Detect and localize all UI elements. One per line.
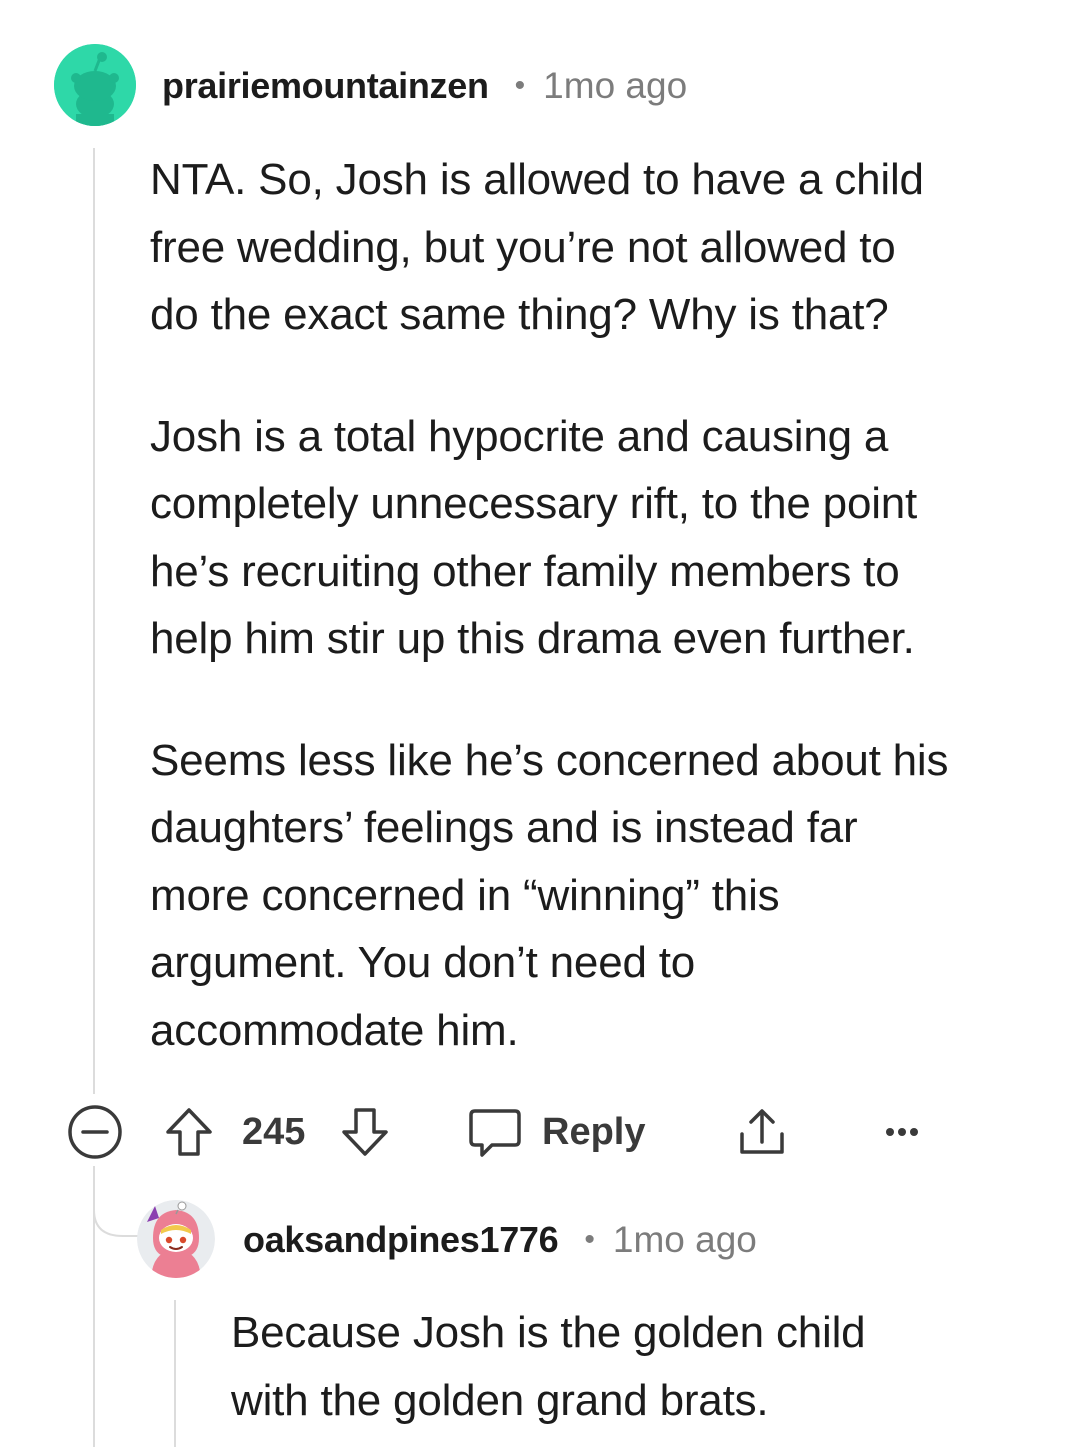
comment-bubble-icon <box>469 1109 521 1157</box>
share-button[interactable] <box>734 1104 790 1160</box>
comment-line: daughters’ feelings and is instead far <box>150 803 858 852</box>
comment-line: help him stir up this drama even further… <box>150 614 915 663</box>
more-dots-icon <box>886 1128 918 1136</box>
comment-paragraph: NTA. So, Josh is allowed to have a child… <box>150 146 948 349</box>
reply-label: Reply <box>542 1110 646 1153</box>
upvote-arrow-icon <box>166 1108 212 1156</box>
comment-meta: prairiemountainzen • 1mo ago <box>162 60 687 112</box>
comment-line: Josh is a total hypocrite and causing a <box>150 411 889 461</box>
vote-count-wrap: 245 <box>242 1104 305 1160</box>
comment-line: Seems less like he’s concerned about his <box>150 735 949 785</box>
snoo-pink-hood-avatar-icon[interactable] <box>137 1200 215 1278</box>
meta-separator: • <box>584 1223 595 1256</box>
comment-username[interactable]: prairiemountainzen <box>162 65 489 107</box>
comment-line: completely unnecessary rift, to the poin… <box>150 479 918 528</box>
comment-line: more concerned in “winning” this <box>150 870 780 920</box>
reply-line: with the golden grand brats. <box>231 1375 769 1425</box>
comment-paragraph: Seems less like he’s concerned about his… <box>150 727 949 1065</box>
reply-timestamp[interactable]: 1mo ago <box>613 1219 757 1261</box>
comment-line: he’s recruiting other family members to <box>150 546 900 596</box>
collapse-minus-icon <box>68 1105 122 1159</box>
reply-thread-line[interactable] <box>174 1300 176 1447</box>
comment-line: do the exact same thing? Why is that? <box>150 290 889 339</box>
reply-body: Because Josh is the golden child with th… <box>231 1299 866 1434</box>
comment-paragraph: Josh is a total hypocrite and causing a … <box>150 403 948 673</box>
reply-line: Because Josh is the golden child <box>231 1308 866 1357</box>
more-options-button[interactable] <box>882 1104 922 1160</box>
downvote-button[interactable] <box>338 1104 392 1160</box>
reply-username[interactable]: oaksandpines1776 <box>243 1219 559 1261</box>
comment-line: argument. You don’t need to <box>150 938 696 987</box>
comment-body: NTA. So, Josh is allowed to have a child… <box>150 146 949 1065</box>
reply-paragraph: Because Josh is the golden child with th… <box>231 1299 866 1434</box>
meta-separator: • <box>514 69 526 102</box>
comment-line: free wedding, but you’re not allowed to <box>150 222 896 272</box>
upvote-button[interactable] <box>162 1104 216 1160</box>
reply-meta: oaksandpines1776 • 1mo ago <box>243 1214 757 1266</box>
reply-button[interactable]: Reply <box>466 1104 645 1160</box>
comment-thread-line[interactable] <box>93 148 95 1094</box>
vote-count: 245 <box>242 1110 306 1153</box>
collapse-button[interactable] <box>66 1104 124 1160</box>
downvote-arrow-icon <box>342 1108 388 1156</box>
comment-line: accommodate him. <box>150 1005 519 1055</box>
comment-action-bar: 245 Reply <box>66 1104 946 1160</box>
share-icon <box>740 1109 784 1154</box>
comment-line: NTA. So, Josh is allowed to have a child <box>150 155 924 204</box>
snoo-avatar-icon[interactable] <box>54 44 136 126</box>
comment-timestamp[interactable]: 1mo ago <box>543 65 687 107</box>
